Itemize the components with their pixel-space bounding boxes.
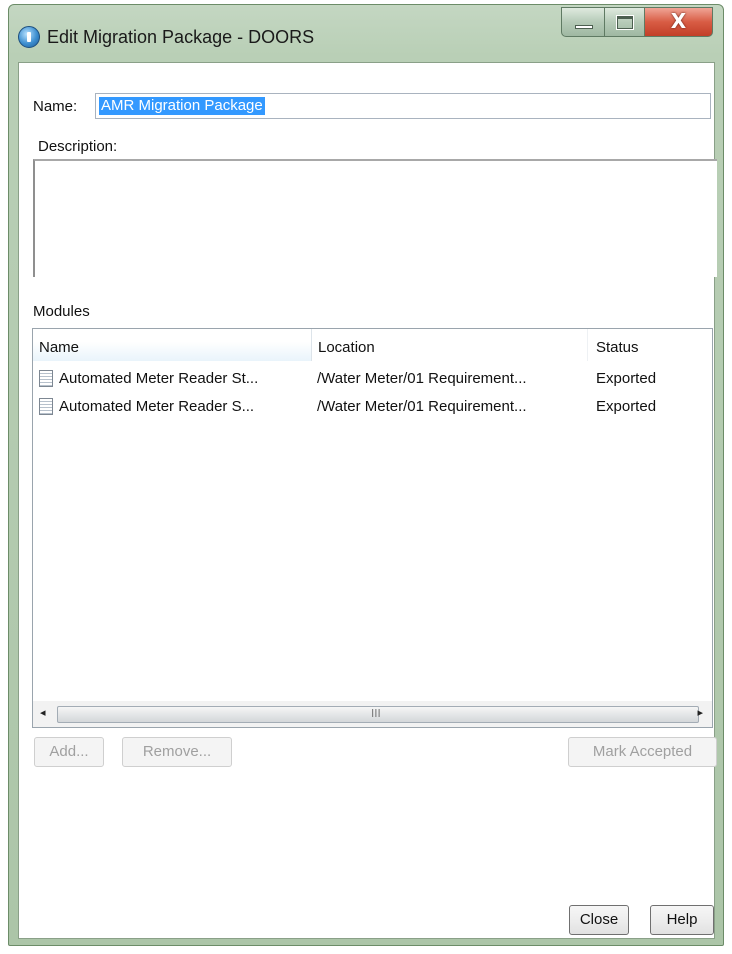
help-button[interactable]: Help [650, 905, 714, 935]
minimize-button[interactable] [561, 7, 605, 37]
name-label: Name: [33, 98, 78, 115]
mark-accepted-button[interactable]: Mark Accepted [568, 737, 717, 767]
column-header-status[interactable]: Status [588, 329, 712, 361]
module-status: Exported [596, 398, 657, 415]
module-name: Automated Meter Reader S... [59, 398, 255, 415]
horizontal-scrollbar[interactable]: ◂ III ▸ [33, 701, 712, 727]
column-header-name-label: Name [39, 339, 80, 356]
module-row[interactable]: Automated Meter Reader S... /Water Meter… [33, 393, 712, 421]
modules-label: Modules [33, 303, 90, 320]
app-icon [18, 26, 40, 48]
document-icon [39, 398, 53, 415]
description-field[interactable] [33, 159, 717, 277]
window-title: Edit Migration Package - DOORS [47, 27, 315, 47]
close-window-button[interactable]: X [645, 7, 713, 37]
column-header-status-label: Status [596, 339, 639, 356]
close-icon: X [670, 9, 687, 33]
column-header-location[interactable]: Location [312, 329, 588, 361]
minimize-icon [575, 25, 593, 29]
module-location: /Water Meter/01 Requirement... [317, 370, 527, 387]
module-status: Exported [596, 370, 657, 387]
scrollbar-thumb[interactable]: III [57, 706, 699, 723]
modules-list[interactable]: ^ Name Location Status Automated Meter R… [32, 328, 713, 728]
document-icon [39, 370, 53, 387]
maximize-button[interactable] [605, 7, 645, 37]
add-button[interactable]: Add... [34, 737, 104, 767]
title-bar[interactable]: Edit Migration Package - DOORS X [9, 5, 723, 61]
maximize-icon [616, 15, 634, 30]
close-button[interactable]: Close [569, 905, 629, 935]
column-header-location-label: Location [318, 339, 375, 356]
name-input-value: AMR Migration Package [99, 97, 265, 115]
scroll-right-icon[interactable]: ▸ [697, 706, 703, 719]
grip-icon: III [371, 707, 381, 720]
description-label: Description: [38, 138, 118, 155]
edit-migration-package-dialog: Edit Migration Package - DOORS X Name: A… [8, 4, 724, 946]
name-input[interactable]: AMR Migration Package [95, 93, 711, 119]
column-header-name[interactable]: ^ Name [33, 329, 312, 361]
dialog-body: Name: AMR Migration Package Description:… [18, 62, 717, 939]
module-name: Automated Meter Reader St... [59, 370, 259, 387]
module-location: /Water Meter/01 Requirement... [317, 398, 527, 415]
caption-buttons: X [561, 7, 713, 39]
module-row[interactable]: Automated Meter Reader St... /Water Mete… [33, 365, 712, 393]
remove-button[interactable]: Remove... [122, 737, 232, 767]
sort-ascending-icon: ^ [166, 328, 174, 336]
scroll-left-icon[interactable]: ◂ [40, 706, 46, 719]
modules-list-header: ^ Name Location Status [33, 329, 712, 361]
